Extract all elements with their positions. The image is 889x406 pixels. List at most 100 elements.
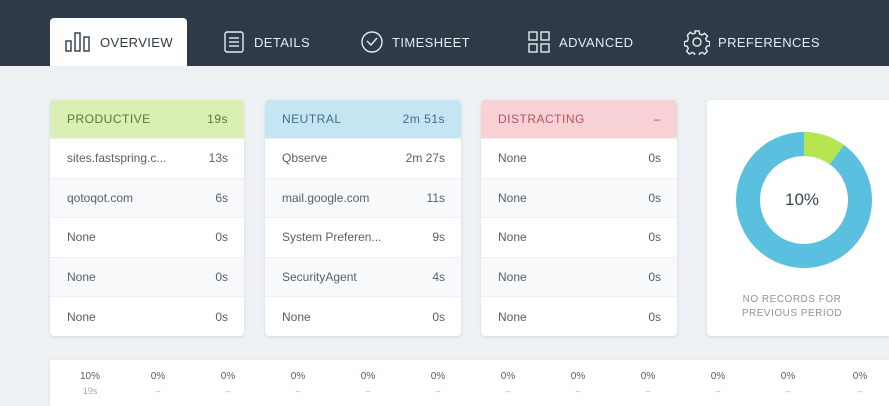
- timeline-percent: 0%: [710, 371, 726, 382]
- item-name: None: [67, 270, 96, 285]
- list-item[interactable]: None 0s: [50, 256, 244, 297]
- tab-advanced-label: ADVANCED: [559, 34, 634, 50]
- timeline-cell[interactable]: 0% –: [138, 360, 178, 396]
- item-time: 0s: [648, 230, 661, 245]
- neutral-card: NEUTRAL 2m 51s Qbserve 2m 27s mail.google…: [265, 100, 461, 336]
- timeline-cell[interactable]: 0% –: [768, 360, 808, 396]
- item-time: 0s: [215, 270, 228, 285]
- tab-details[interactable]: DETAILS: [222, 18, 310, 66]
- timeline-percent: 0%: [780, 371, 796, 382]
- item-time: 4s: [432, 270, 445, 285]
- grid-icon: [527, 30, 551, 54]
- timeline-duration: –: [645, 386, 651, 396]
- item-time: 13s: [208, 151, 228, 166]
- list-item[interactable]: None 0s: [50, 296, 244, 336]
- item-time: 0s: [648, 190, 661, 205]
- list-item[interactable]: None 0s: [265, 296, 461, 336]
- category-name: PRODUCTIVE: [67, 112, 151, 126]
- donut-productive-arc: [803, 132, 844, 165]
- tab-preferences[interactable]: PREFERENCES: [684, 18, 820, 66]
- productive-header[interactable]: PRODUCTIVE 19s: [50, 100, 244, 138]
- timeline-cell[interactable]: 0% –: [488, 360, 528, 396]
- list-item[interactable]: sites.fastspring.c... 13s: [50, 138, 244, 178]
- item-name: None: [498, 230, 527, 245]
- timeline-cell[interactable]: 0% –: [840, 360, 880, 396]
- timeline-duration: –: [435, 386, 441, 396]
- list-item[interactable]: qotoqot.com 6s: [50, 177, 244, 218]
- overview-bars-icon: [64, 31, 92, 53]
- list-item[interactable]: SecurityAgent 4s: [265, 256, 461, 297]
- category-total: 19s: [207, 112, 228, 126]
- clock-icon: [360, 30, 384, 54]
- previous-period-note: NO RECORDS FOR PREVIOUS PERIOD: [707, 293, 877, 321]
- timeline-duration: –: [295, 386, 301, 396]
- timeline-percent: 0%: [570, 371, 586, 382]
- item-time: 0s: [215, 230, 228, 245]
- category-total: –: [653, 112, 661, 126]
- top-nav: OVERVIEW DETAILS TIMESHEET ADVANCED PREF…: [0, 0, 889, 66]
- productivity-donut-card: 10% NO RECORDS FOR PREVIOUS PERIOD: [707, 100, 889, 336]
- item-time: 0s: [215, 309, 228, 324]
- item-name: qotoqot.com: [67, 190, 134, 205]
- list-item[interactable]: None 0s: [481, 296, 677, 336]
- timeline-duration: –: [225, 386, 231, 396]
- timeline-cell[interactable]: 10% 19s: [70, 360, 110, 396]
- hourly-timeline: 10% 19s 0% – 0% – 0% – 0% – 0% – 0% – 0% – 0% – 0…: [50, 360, 889, 406]
- timeline-cell[interactable]: 0% –: [348, 360, 388, 396]
- list-item[interactable]: None 0s: [481, 256, 677, 297]
- item-name: None: [67, 309, 96, 324]
- item-name: None: [498, 309, 527, 324]
- tab-details-label: DETAILS: [254, 34, 311, 50]
- timeline-cell[interactable]: 0% –: [628, 360, 668, 396]
- timeline-duration: –: [857, 386, 863, 396]
- timeline-cell[interactable]: 0% –: [558, 360, 598, 396]
- timeline-percent: 0%: [500, 371, 516, 382]
- category-name: DISTRACTING: [498, 112, 585, 126]
- list-item[interactable]: None 0s: [50, 217, 244, 257]
- timeline-cell[interactable]: 0% –: [698, 360, 738, 396]
- tab-advanced[interactable]: ADVANCED: [527, 18, 633, 66]
- timeline-cell[interactable]: 0% –: [208, 360, 248, 396]
- item-name: None: [498, 151, 527, 166]
- category-total: 2m 51s: [402, 112, 445, 126]
- productive-percent: 10%: [784, 190, 820, 209]
- timeline-duration: –: [785, 386, 791, 396]
- item-time: 0s: [648, 151, 661, 166]
- timeline-percent: 0%: [640, 371, 656, 382]
- list-item[interactable]: None 0s: [481, 217, 677, 257]
- timeline-duration: –: [575, 386, 581, 396]
- list-item[interactable]: mail.google.com 11s: [265, 177, 461, 218]
- item-name: mail.google.com: [282, 190, 370, 205]
- item-time: 0s: [648, 309, 661, 324]
- note-line: NO RECORDS FOR: [742, 294, 842, 305]
- list-item[interactable]: None 0s: [481, 138, 677, 178]
- item-time: 9s: [432, 230, 445, 245]
- distracting-card: DISTRACTING – None 0s None 0s None 0s None 0…: [481, 100, 677, 336]
- tab-overview-label: OVERVIEW: [100, 34, 174, 50]
- productive-card: PRODUCTIVE 19s sites.fastspring.c... 13s …: [50, 100, 244, 336]
- item-name: None: [498, 190, 527, 205]
- timeline-cell[interactable]: 0% –: [278, 360, 318, 396]
- list-item[interactable]: None 0s: [481, 177, 677, 218]
- item-name: None: [67, 230, 96, 245]
- timeline-percent: 0%: [290, 371, 306, 382]
- tab-preferences-label: PREFERENCES: [718, 34, 820, 50]
- timeline-percent: 0%: [360, 371, 376, 382]
- tab-timesheet[interactable]: TIMESHEET: [360, 18, 470, 66]
- timeline-percent: 0%: [220, 371, 236, 382]
- timeline-percent: 0%: [150, 371, 166, 382]
- document-icon: [222, 30, 246, 54]
- timeline-duration: –: [715, 386, 721, 396]
- list-item[interactable]: Qbserve 2m 27s: [265, 138, 461, 178]
- timeline-cell[interactable]: 0% –: [418, 360, 458, 396]
- timeline-duration: 19s: [82, 386, 98, 396]
- tab-overview[interactable]: OVERVIEW: [50, 18, 188, 66]
- timeline-duration: –: [365, 386, 371, 396]
- item-name: SecurityAgent: [282, 270, 357, 285]
- timeline-duration: –: [505, 386, 511, 396]
- neutral-header[interactable]: NEUTRAL 2m 51s: [265, 100, 461, 138]
- distracting-header[interactable]: DISTRACTING –: [481, 100, 677, 138]
- list-item[interactable]: System Preferen... 9s: [265, 217, 461, 257]
- timeline-percent: 0%: [852, 371, 868, 382]
- note-line: PREVIOUS PERIOD: [741, 308, 843, 319]
